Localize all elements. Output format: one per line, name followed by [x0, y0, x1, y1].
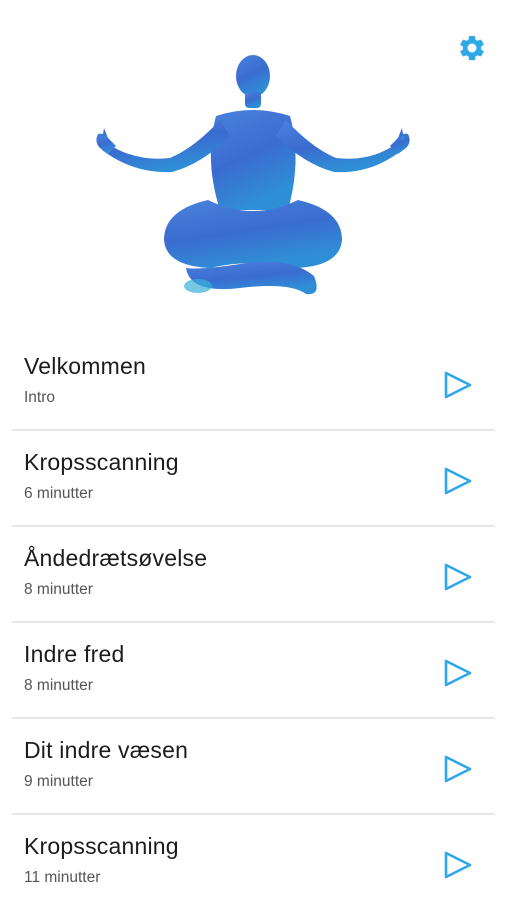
item-subtitle: 8 minutter: [24, 677, 93, 694]
settings-button[interactable]: [454, 30, 490, 66]
item-subtitle: Intro: [24, 389, 56, 406]
list-item[interactable]: Velkommen Intro: [12, 335, 495, 431]
item-title: Kropsscanning: [24, 449, 179, 475]
list-item[interactable]: Indre fred 8 minutter: [12, 623, 495, 719]
item-title: Dit indre væsen: [24, 737, 189, 763]
item-title: Velkommen: [24, 353, 146, 379]
play-icon[interactable]: [442, 561, 474, 593]
item-title: Åndedrætsøvelse: [24, 545, 208, 571]
gear-icon: [460, 35, 484, 61]
play-icon[interactable]: [442, 465, 474, 497]
list-item[interactable]: Kropsscanning 6 minutter: [12, 431, 495, 527]
play-icon[interactable]: [442, 753, 474, 785]
item-subtitle: 11 minutter: [24, 869, 101, 886]
item-subtitle: 6 minutter: [24, 485, 93, 502]
item-subtitle: 8 minutter: [24, 581, 93, 598]
session-list: Velkommen Intro Kropsscanning 6 minutter…: [12, 335, 495, 909]
play-icon[interactable]: [442, 369, 474, 401]
item-title: Kropsscanning: [24, 833, 179, 859]
meditation-hero: [90, 50, 420, 300]
meditation-figure-icon: [96, 55, 410, 295]
list-item[interactable]: Åndedrætsøvelse 8 minutter: [12, 527, 495, 623]
list-item[interactable]: Kropsscanning 11 minutter: [12, 815, 495, 909]
list-item[interactable]: Dit indre væsen 9 minutter: [12, 719, 495, 815]
play-icon[interactable]: [442, 849, 474, 881]
play-icon[interactable]: [442, 657, 474, 689]
item-subtitle: 9 minutter: [24, 773, 93, 790]
item-title: Indre fred: [24, 641, 125, 667]
